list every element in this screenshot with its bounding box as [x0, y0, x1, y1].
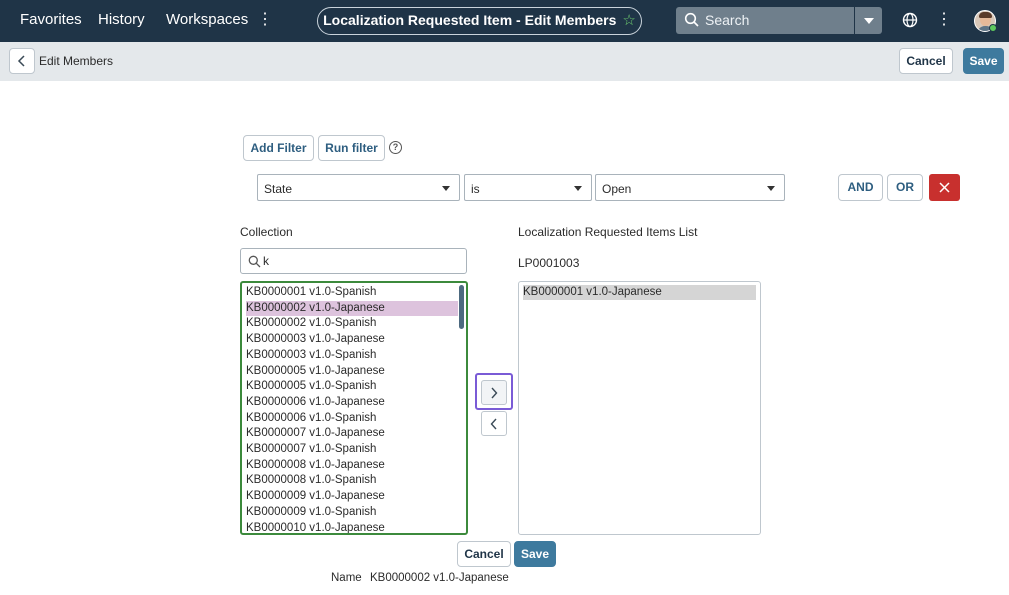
help-icon[interactable]: ?	[389, 141, 402, 154]
chevron-down-icon	[574, 186, 582, 191]
more-vertical-icon[interactable]: ⋮	[257, 10, 273, 30]
or-condition-button[interactable]: OR	[887, 174, 923, 201]
collection-list-item[interactable]: KB0000008 v1.0-Spanish	[246, 473, 376, 488]
collection-list-item[interactable]: KB0000003 v1.0-Japanese	[246, 332, 385, 347]
collection-list-item[interactable]: KB0000007 v1.0-Spanish	[246, 442, 376, 457]
presence-indicator	[989, 24, 997, 32]
chevron-down-icon	[442, 186, 450, 191]
run-filter-button[interactable]: Run filter	[318, 135, 385, 161]
page-title: Localization Requested Item - Edit Membe…	[323, 12, 617, 28]
collection-label: Collection	[240, 225, 293, 239]
members-list[interactable]: KB0000001 v1.0-Japanese	[518, 281, 761, 535]
save-button[interactable]: Save	[963, 48, 1004, 74]
collection-search-input[interactable]	[263, 252, 458, 270]
bottom-save-button[interactable]: Save	[514, 541, 556, 567]
collection-list-item[interactable]: KB0000009 v1.0-Japanese	[246, 489, 385, 504]
remove-from-list-button[interactable]	[481, 411, 507, 436]
nav-workspaces[interactable]: Workspaces	[166, 11, 248, 28]
members-record-number: LP0001003	[518, 256, 580, 270]
form-title: Edit Members	[39, 54, 114, 68]
collection-list-item[interactable]: KB0000007 v1.0-Japanese	[246, 426, 385, 441]
collection-list-item[interactable]: KB0000006 v1.0-Spanish	[246, 411, 376, 426]
nav-favorites[interactable]: Favorites	[20, 11, 82, 28]
filter-operator-value: is	[471, 182, 480, 196]
collection-list-item[interactable]: KB0000001 v1.0-Spanish	[246, 285, 376, 300]
filter-operator-select[interactable]: is	[464, 174, 592, 201]
collection-search[interactable]	[240, 248, 467, 274]
collection-list-item[interactable]: KB0000010 v1.0-Japanese	[246, 521, 385, 534]
members-list-label: Localization Requested Items List	[518, 225, 698, 239]
chevron-down-icon	[864, 18, 874, 24]
name-field-value: KB0000002 v1.0-Japanese	[370, 572, 509, 584]
collection-list-item[interactable]: KB0000002 v1.0-Japanese	[246, 300, 458, 316]
name-field-label: Name	[331, 572, 362, 584]
delete-condition-button[interactable]	[929, 174, 960, 201]
global-search[interactable]: Search	[676, 7, 854, 34]
more-vertical-icon[interactable]: ⋮	[936, 10, 952, 30]
globe-icon[interactable]	[902, 12, 918, 28]
search-scope-dropdown[interactable]	[854, 7, 882, 34]
search-icon	[248, 255, 261, 268]
filter-value-select[interactable]: Open	[595, 174, 785, 201]
chevron-right-icon	[491, 387, 498, 399]
collection-list-item[interactable]: KB0000006 v1.0-Japanese	[246, 395, 385, 410]
cancel-button[interactable]: Cancel	[899, 48, 953, 74]
add-filter-button[interactable]: Add Filter	[243, 135, 314, 161]
search-placeholder: Search	[705, 12, 750, 28]
filter-value-value: Open	[602, 182, 632, 196]
collection-list-item[interactable]: KB0000005 v1.0-Spanish	[246, 379, 376, 394]
and-condition-button[interactable]: AND	[838, 174, 883, 201]
back-button[interactable]	[9, 48, 35, 74]
collection-list-item[interactable]: KB0000002 v1.0-Spanish	[246, 316, 376, 331]
collection-list-item[interactable]: KB0000008 v1.0-Japanese	[246, 458, 385, 473]
form-header: Edit Members Cancel Save	[0, 42, 1009, 81]
members-list-item[interactable]: KB0000001 v1.0-Japanese	[523, 285, 756, 300]
top-navigation: Favorites History Workspaces ⋮ Localizat…	[0, 0, 1009, 42]
nav-history[interactable]: History	[98, 11, 145, 28]
filter-field-value: State	[264, 182, 293, 196]
collection-list[interactable]: KB0000001 v1.0-Spanish KB0000002 v1.0-Jap…	[240, 281, 468, 535]
close-icon	[939, 182, 950, 193]
collection-list-item[interactable]: KB0000003 v1.0-Spanish	[246, 348, 376, 363]
collection-list-item[interactable]: KB0000005 v1.0-Japanese	[246, 364, 385, 379]
star-icon[interactable]: ☆	[622, 12, 635, 29]
collection-list-item[interactable]: KB0000009 v1.0-Spanish	[246, 505, 376, 520]
filter-field-select[interactable]: State	[257, 174, 460, 201]
chevron-down-icon	[767, 186, 775, 191]
collection-scrollbar[interactable]	[459, 285, 464, 329]
bottom-cancel-button[interactable]: Cancel	[457, 541, 511, 567]
search-icon	[684, 12, 699, 27]
chevron-left-icon	[17, 55, 25, 67]
chevron-left-icon	[490, 418, 497, 430]
add-to-list-button[interactable]	[481, 380, 507, 405]
page-title-pill[interactable]: Localization Requested Item - Edit Membe…	[317, 7, 642, 35]
